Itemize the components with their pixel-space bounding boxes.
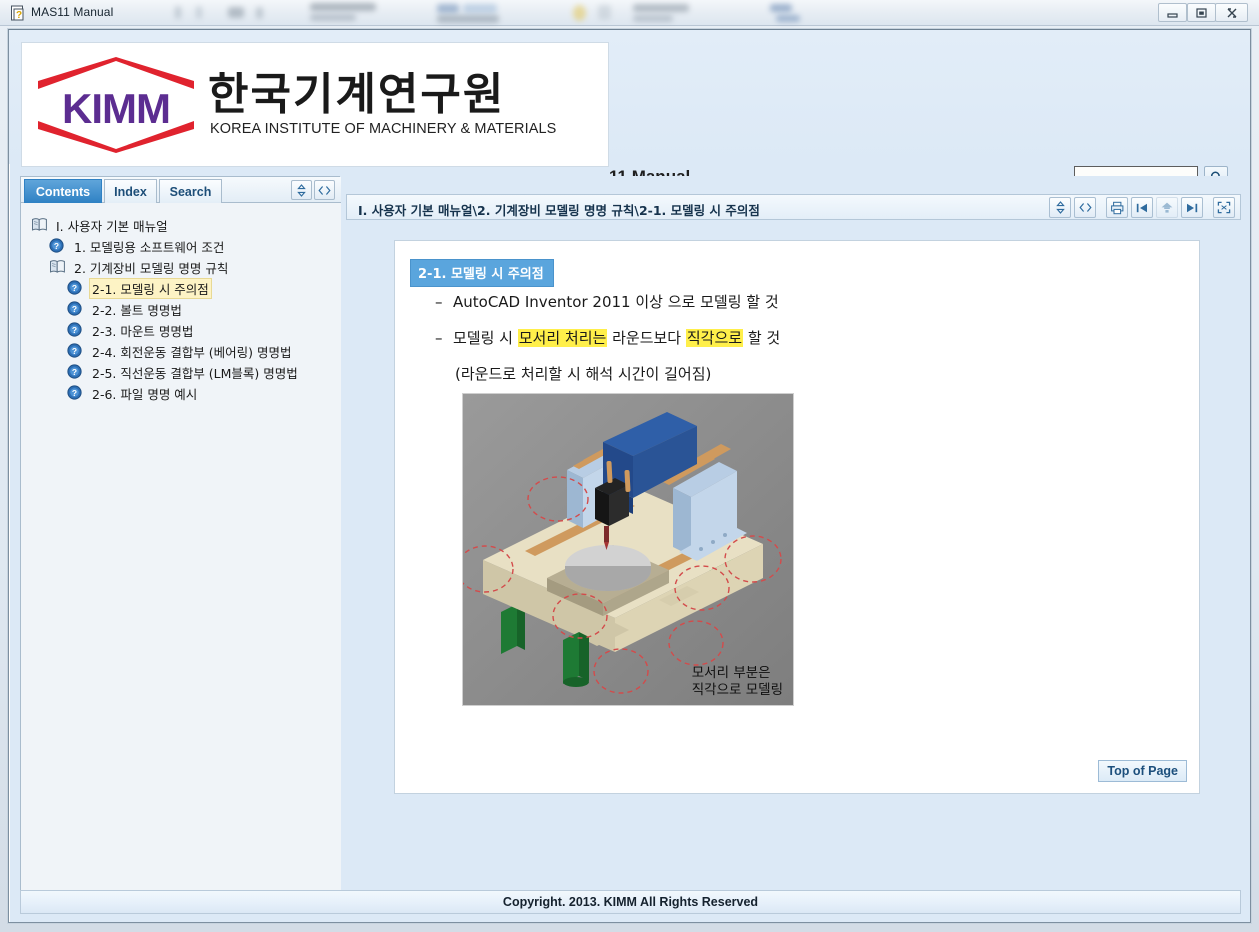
topic-icon: ? <box>67 301 85 317</box>
logo-english-name: KOREA INSTITUTE OF MACHINERY & MATERIALS <box>210 121 557 138</box>
navigation-tabstrip: Contents Index Search <box>21 177 341 203</box>
svg-text:?: ? <box>54 241 59 251</box>
svg-text:?: ? <box>72 304 77 314</box>
topic-heading: 2-1. 모델링 시 주의점 <box>410 259 554 287</box>
topic-document: 2-1. 모델링 시 주의점 – AutoCAD Inventor 2011 이상… <box>394 240 1200 794</box>
header-band: KIMM 한국기계연구원 KOREA INSTITUTE OF MACHINER… <box>9 30 1250 189</box>
tree-item[interactable]: Ⅰ. 사용자 기본 매뉴얼 <box>21 215 341 235</box>
topic-icon: ? <box>49 238 67 254</box>
fullscreen-icon[interactable] <box>1213 197 1235 218</box>
tree-item-label: 2-2. 볼트 명명법 <box>92 302 182 318</box>
breadcrumb: Ⅰ. 사용자 기본 매뉴얼\2. 기계장비 모델링 명명 규칙\2-1. 모델링… <box>358 203 760 218</box>
bullet-item-2-post: 할 것 <box>743 329 781 347</box>
tree-item-label: 2-4. 회전운동 결합부 (베어링) 명명법 <box>92 344 292 360</box>
bullet-dash: – <box>435 329 443 347</box>
tree-item[interactable]: ? 2-2. 볼트 명명법 <box>21 299 341 319</box>
bullet-item-1: – AutoCAD Inventor 2011 이상 으로 모델링 할 것 <box>435 291 779 312</box>
maximize-button[interactable] <box>1187 3 1216 22</box>
bullet-item-2-mid: 라운드보다 <box>607 329 686 347</box>
kimm-logo-banner: KIMM 한국기계연구원 KOREA INSTITUTE OF MACHINER… <box>21 42 609 167</box>
help-viewer-client: KIMM 한국기계연구원 KOREA INSTITUTE OF MACHINER… <box>8 29 1251 923</box>
tree-item[interactable]: 2. 기계장비 모델링 명명 규칙 <box>21 257 341 277</box>
cnc-gantry-machine-3d-model: 모서리 부분은 직각으로 모델링 <box>462 393 794 706</box>
tab-contents[interactable]: Contents <box>24 179 102 203</box>
print-icon[interactable] <box>1106 197 1128 218</box>
next-topic-icon[interactable] <box>1181 197 1203 218</box>
figure-caption-line-2: 직각으로 모델링 <box>691 682 783 699</box>
svg-text:?: ? <box>72 283 77 293</box>
bullet-item-1-text: AutoCAD Inventor 2011 이상 으로 모델링 할 것 <box>453 293 779 311</box>
top-of-page-link[interactable]: Top of Page <box>1098 760 1187 782</box>
application-window: ? MAS11 Manual KIMM 한국기계연구원 KOREA INSTIT… <box>0 0 1259 932</box>
bullet-item-2: – 모델링 시 모서리 처리는 라운드보다 직각으로 할 것 <box>435 327 780 348</box>
topic-icon: ? <box>67 280 85 296</box>
tab-contents-label: Contents <box>35 184 91 199</box>
highlight-1: 모서리 처리는 <box>517 329 608 347</box>
figure-caption-line-1: 모서리 부분은 <box>691 665 771 682</box>
content-panel: Ⅰ. 사용자 기본 매뉴얼\2. 기계장비 모델링 명명 규칙\2-1. 모델링… <box>346 176 1241 901</box>
tree-item[interactable]: ? 2-3. 마운트 명명법 <box>21 320 341 340</box>
note-text: (라운드로 처리할 시 해석 시간이 길어짐) <box>455 365 712 383</box>
bullet-dash: – <box>435 293 443 311</box>
navigation-panel: Contents Index Search Ⅰ. 사용자 기본 매뉴얼 ? 1.… <box>20 176 341 901</box>
expand-collapse-icon[interactable] <box>1049 197 1071 218</box>
book-icon <box>31 217 49 233</box>
close-button[interactable] <box>1215 3 1248 22</box>
tree-item-label: 2-3. 마운트 명명법 <box>92 323 194 339</box>
minimize-button[interactable] <box>1158 3 1187 22</box>
tree-item-label: 1. 모델링용 소프트웨어 조건 <box>74 239 225 255</box>
svg-text:?: ? <box>16 10 22 21</box>
breadcrumb-bar: Ⅰ. 사용자 기본 매뉴얼\2. 기계장비 모델링 명명 규칙\2-1. 모델링… <box>346 194 1241 220</box>
tab-index[interactable]: Index <box>104 179 157 203</box>
expand-collapse-all-icon[interactable] <box>291 180 312 200</box>
svg-text:?: ? <box>72 367 77 377</box>
tab-index-label: Index <box>114 184 147 199</box>
tab-search-label: Search <box>169 184 212 199</box>
figure-caption: 모서리 부분은 직각으로 모델링 <box>692 665 783 699</box>
tab-search[interactable]: Search <box>159 179 222 203</box>
help-document-icon: ? <box>10 5 26 21</box>
svg-text:?: ? <box>72 325 77 335</box>
window-title: MAS11 Manual <box>31 5 114 19</box>
topic-icon: ? <box>67 385 85 401</box>
tree-item-label: Ⅰ. 사용자 기본 매뉴얼 <box>56 218 168 234</box>
tree-item-label: 2. 기계장비 모델링 명명 규칙 <box>74 260 229 276</box>
book-icon <box>49 259 67 275</box>
tree-item-label: 2-6. 파일 명명 예시 <box>92 386 198 402</box>
svg-text:KIMM: KIMM <box>62 85 170 132</box>
topic-icon: ? <box>67 343 85 359</box>
tree-item-label: 2-1. 모델링 시 주의점 <box>89 277 212 299</box>
tree-item-label: 2-5. 직선운동 결합부 (LM블록) 명명법 <box>92 365 298 381</box>
svg-text:?: ? <box>72 346 77 356</box>
contents-tree[interactable]: Ⅰ. 사용자 기본 매뉴얼? 1. 모델링용 소프트웨어 조건 2. 기계장비 모델… <box>21 203 341 901</box>
topic-icon: ? <box>67 322 85 338</box>
svg-text:?: ? <box>72 388 77 398</box>
tree-item[interactable]: ? 2-1. 모델링 시 주의점 <box>21 277 341 299</box>
highlight-2: 직각으로 <box>685 329 744 347</box>
footer-bar: Copyright. 2013. KIMM All Rights Reserve… <box>20 890 1241 914</box>
bullet-item-2-pre: 모델링 시 <box>453 329 518 347</box>
tree-item[interactable]: ? 2-4. 회전운동 결합부 (베어링) 명명법 <box>21 341 341 361</box>
tree-item[interactable]: ? 2-5. 직선운동 결합부 (LM블록) 명명법 <box>21 362 341 382</box>
kimm-logo-mark: KIMM <box>34 56 198 153</box>
copyright-text: Copyright. 2013. KIMM All Rights Reserve… <box>502 895 759 909</box>
tree-item[interactable]: ? 1. 모델링용 소프트웨어 조건 <box>21 236 341 256</box>
topic-icon: ? <box>67 364 85 380</box>
sync-navigation-icon[interactable] <box>1074 197 1096 218</box>
previous-topic-icon[interactable] <box>1131 197 1153 218</box>
home-topic-icon[interactable] <box>1156 197 1178 218</box>
tree-item[interactable]: ? 2-6. 파일 명명 예시 <box>21 383 341 403</box>
title-bar: ? MAS11 Manual <box>0 0 1259 26</box>
logo-korean-name: 한국기계연구원 <box>208 68 506 120</box>
sync-toc-icon[interactable] <box>314 180 335 200</box>
content-toolbar <box>1049 197 1235 219</box>
